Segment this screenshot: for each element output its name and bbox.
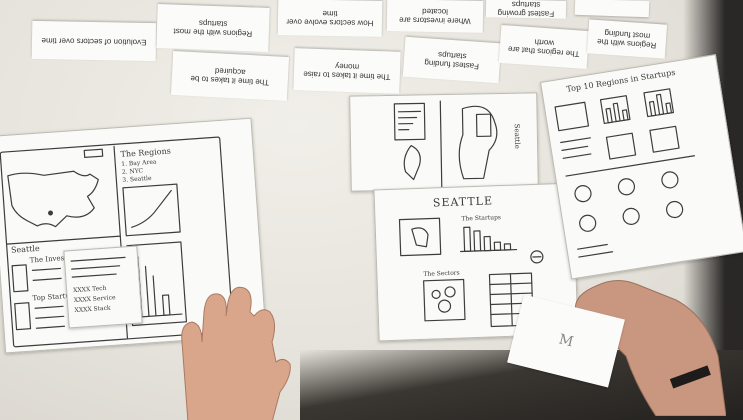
left-hand <box>181 286 291 420</box>
seattle-title: SEATTLE <box>432 194 494 210</box>
card-regions-startups-text: Regions with the most startups <box>173 18 253 39</box>
card-evolution[interactable]: Evolution of sectors over time <box>31 20 157 62</box>
card-investors-text: Where investors are located <box>399 6 471 26</box>
card-regions-most[interactable]: Regions with the most funding <box>586 19 668 59</box>
card-sectors-money[interactable]: How sectors evolve over time <box>277 0 383 37</box>
middle-side-label: Seattle <box>512 123 522 149</box>
sketch-sheet-right[interactable]: Top 10 Regions in Startups <box>540 54 743 280</box>
sectors-label: The Sectors <box>423 269 460 278</box>
card-fastest-funding[interactable]: Fastest funding startups <box>402 36 502 84</box>
sketch-popup-sheet[interactable]: XXXX Tech XXXX Service XXXX Stack <box>63 245 143 329</box>
card-investors[interactable]: Where investors are located <box>386 0 484 33</box>
card-regions-most-text: Regions with the most funding <box>596 28 657 51</box>
card-time-money[interactable]: The time it takes to raise money <box>293 48 401 94</box>
card-evolution-text: Evolution of sectors over time <box>41 35 147 47</box>
sketch-sheet-middle-top[interactable]: Seattle <box>349 92 539 192</box>
note-card-text: M <box>557 331 575 351</box>
startups-label: The Startups <box>461 214 502 223</box>
card-fastest-growing-text: Fastest growing startups <box>497 0 555 19</box>
card-top-edge <box>574 0 650 18</box>
card-region-worth-text: The regions that are worth <box>507 37 580 59</box>
photo-scene: Evolution of sectors over time Regions w… <box>0 0 743 420</box>
card-fastest-funding-text: Fastest funding startups <box>424 50 480 72</box>
card-time-acquired[interactable]: The time it takes to be acquired <box>170 50 290 102</box>
card-time-acquired-text: The time it takes to be acquired <box>190 66 270 88</box>
card-region-worth[interactable]: The regions that are worth <box>498 24 590 70</box>
card-time-money-text: The time it takes to raise money <box>303 61 391 82</box>
card-fastest-growing[interactable]: Fastest growing startups <box>485 0 567 19</box>
card-regions-startups[interactable]: Regions with the most startups <box>156 4 270 52</box>
card-sectors-money-text: How sectors evolve over time <box>286 8 374 28</box>
middle-top-drawing <box>393 100 498 188</box>
